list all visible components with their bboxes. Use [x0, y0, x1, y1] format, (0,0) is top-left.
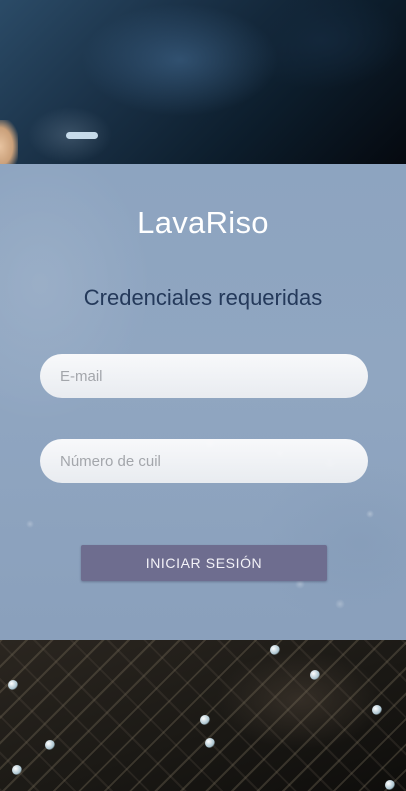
- water-drop: [372, 705, 382, 715]
- login-button[interactable]: INICIAR SESIÓN: [81, 545, 327, 581]
- water-drop: [310, 670, 320, 680]
- water-drop: [385, 780, 395, 790]
- water-drop: [205, 738, 215, 748]
- water-drop: [12, 765, 22, 775]
- water-drop: [200, 715, 210, 725]
- water-drop: [45, 740, 55, 750]
- background-photo-top: [0, 0, 406, 164]
- form-heading: Credenciales requeridas: [83, 285, 323, 310]
- app-title: LavaRiso: [137, 205, 269, 240]
- water-drop: [270, 645, 280, 655]
- water-glint: [66, 132, 98, 139]
- water-drop: [8, 680, 18, 690]
- background-photo-bottom: [0, 640, 406, 791]
- cuil-field[interactable]: [40, 439, 368, 483]
- email-field[interactable]: [40, 354, 368, 398]
